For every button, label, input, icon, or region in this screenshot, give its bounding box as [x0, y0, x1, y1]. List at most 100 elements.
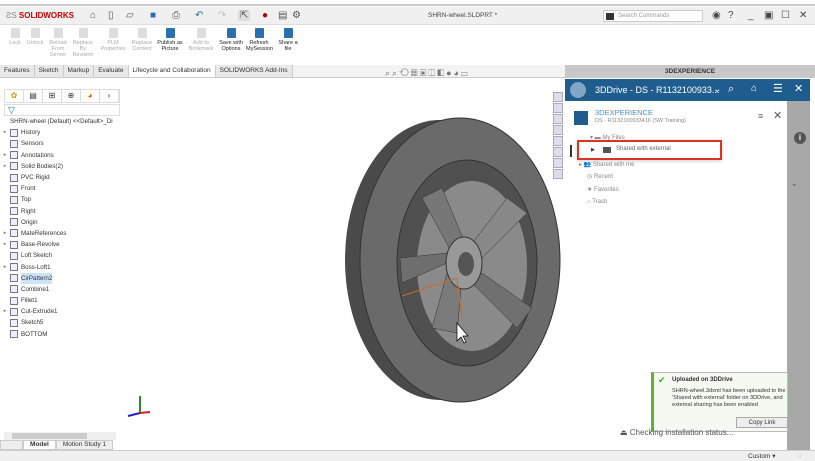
replace-revision-button[interactable]: Replace By Revision: [70, 28, 96, 58]
tab-nav[interactable]: [0, 440, 24, 450]
tree-item[interactable]: Front: [0, 183, 120, 194]
tree-item[interactable]: CirPattern2: [0, 272, 120, 284]
display-manager-icon[interactable]: ◕: [81, 90, 100, 102]
task-pane-library-icon[interactable]: [553, 103, 563, 113]
tree-item[interactable]: ▸ History: [0, 127, 120, 138]
tree-item[interactable]: ▸ Base-Revolve: [0, 239, 120, 250]
publish-picture-button[interactable]: Publish as Picture: [157, 28, 183, 52]
task-pane-custom-icon[interactable]: [553, 147, 563, 157]
tab-lifecycle[interactable]: Lifecycle and Collaboration: [128, 65, 216, 77]
tree-item[interactable]: PVC Rigid: [0, 172, 120, 183]
heads-up-view-toolbar[interactable]: ⌕⌕⟲▦▣◫◧●◕▭: [385, 68, 470, 79]
close-button[interactable]: ✕: [799, 10, 807, 21]
tree-item[interactable]: Right: [0, 206, 120, 217]
tab-evaluate[interactable]: Evaluate: [94, 65, 129, 77]
folder-shared-with-external[interactable]: ▶ Shared with external: [577, 140, 722, 160]
expand-icon[interactable]: ▸: [0, 306, 10, 317]
folder-shared-with-me[interactable]: ▸ 👥 Shared with me: [579, 161, 635, 168]
expand-icon[interactable]: ▸: [0, 127, 10, 138]
tree-item[interactable]: Sensors: [0, 138, 120, 149]
tree-item[interactable]: ▸ Boss-Loft1: [0, 261, 120, 272]
new-document-icon[interactable]: ▯: [108, 10, 114, 21]
drive-title[interactable]: 3DDrive - DS - R1132100933...: [595, 85, 719, 95]
tree-item[interactable]: Loft Sketch: [0, 250, 120, 261]
undo-icon[interactable]: ↶: [195, 10, 203, 21]
configuration-manager-icon[interactable]: ⊞: [43, 90, 62, 102]
home-icon[interactable]: ⌂: [90, 10, 96, 21]
tree-item[interactable]: ▸ Annotations: [0, 150, 120, 161]
filter-icon[interactable]: ▽: [4, 104, 120, 116]
rebuild-icon[interactable]: ●: [262, 10, 268, 21]
more-arrow-icon[interactable]: ›: [100, 90, 119, 102]
copy-link-button[interactable]: Copy Link: [736, 417, 788, 428]
search-commands-input[interactable]: Search Commands: [603, 10, 703, 22]
user-icon[interactable]: ◉: [712, 10, 721, 21]
chevron-icon[interactable]: ⌄: [791, 179, 798, 188]
minimize-button[interactable]: _: [748, 10, 754, 21]
task-pane-drive-icon[interactable]: [553, 169, 563, 179]
tab-features[interactable]: Features: [0, 65, 35, 77]
plm-properties-button[interactable]: PLM Properties: [100, 28, 126, 52]
tree-root[interactable]: SHRN-wheel (Default) <<Default>_Di: [0, 116, 120, 127]
redo-icon[interactable]: ↷: [218, 10, 226, 21]
tab-markup[interactable]: Markup: [63, 65, 95, 77]
task-pane-explorer-icon[interactable]: [553, 114, 563, 124]
tree-item[interactable]: Origin: [0, 217, 120, 228]
add-bookmark-button[interactable]: Add to Bookmark: [188, 28, 214, 52]
database-icon[interactable]: ≡: [758, 111, 763, 121]
expand-icon[interactable]: ▸: [0, 228, 10, 239]
file-properties-icon[interactable]: ▤: [278, 10, 287, 21]
tree-item[interactable]: BOTTOM: [0, 329, 120, 340]
units-selector[interactable]: Custom ▾: [748, 452, 775, 460]
info-icon[interactable]: i: [794, 132, 806, 144]
replace-content-button[interactable]: Replace Content: [129, 28, 155, 52]
search-icon[interactable]: ⌕: [728, 83, 734, 96]
menu-icon[interactable]: ☰: [773, 82, 783, 95]
tab-motion-study[interactable]: Motion Study 1: [55, 440, 114, 450]
graphics-viewport[interactable]: [122, 78, 565, 450]
item-recent[interactable]: ◷ Recent: [587, 173, 613, 180]
save-options-button[interactable]: Save with Options: [218, 28, 244, 52]
tab-addins[interactable]: SOLIDWORKS Add-Ins: [215, 65, 293, 77]
print-icon[interactable]: ⎙: [172, 10, 180, 21]
task-pane-home-icon[interactable]: [553, 92, 563, 102]
property-manager-icon[interactable]: ▤: [24, 90, 43, 102]
chevron-down-icon[interactable]: ⌄: [713, 84, 721, 95]
chat-icon[interactable]: ◌: [797, 451, 802, 460]
scroll-thumb[interactable]: [12, 433, 87, 439]
share-file-button[interactable]: Share a file: [275, 28, 301, 52]
tree-item[interactable]: ▸ Cut-Extrude1: [0, 306, 120, 317]
tree-item[interactable]: ▸ Solid Bodies(2): [0, 161, 120, 172]
expand-icon[interactable]: ▸: [0, 161, 10, 172]
open-icon[interactable]: ▱: [126, 10, 134, 21]
close-icon[interactable]: ✕: [794, 82, 803, 95]
select-icon[interactable]: ⇱: [238, 10, 251, 21]
expand-icon[interactable]: ▸: [0, 239, 10, 250]
tree-item[interactable]: ▸ MateReferences: [0, 228, 120, 239]
tree-item[interactable]: Combine1: [0, 284, 120, 295]
item-trash[interactable]: ⌂ Trash: [587, 199, 607, 205]
close-tenant-icon[interactable]: ✕: [773, 109, 782, 122]
save-icon[interactable]: ■: [150, 10, 156, 21]
tab-sketch[interactable]: Sketch: [34, 65, 64, 77]
expand-icon[interactable]: ▶: [591, 147, 595, 153]
expand-icon[interactable]: ▸: [0, 150, 10, 161]
tile-button[interactable]: ▣: [764, 10, 773, 21]
horizontal-scrollbar[interactable]: [4, 432, 116, 440]
avatar[interactable]: [570, 82, 586, 98]
tree-item[interactable]: Fillet1: [0, 295, 120, 306]
task-pane-appearance-icon[interactable]: [553, 136, 563, 146]
expand-icon[interactable]: ▸: [0, 262, 10, 273]
task-pane-3dx-icon[interactable]: [553, 158, 563, 168]
task-pane-view-icon[interactable]: [553, 125, 563, 135]
options-gear-icon[interactable]: ⚙: [292, 10, 301, 21]
maximize-button[interactable]: ☐: [781, 10, 790, 21]
tree-item[interactable]: Sketch5: [0, 317, 120, 328]
tab-model[interactable]: Model: [23, 440, 56, 450]
dimxpert-icon[interactable]: ⊕: [62, 90, 81, 102]
reload-button[interactable]: Reload From Server: [45, 28, 71, 58]
tree-item[interactable]: Top: [0, 194, 120, 205]
feature-manager-icon[interactable]: ✿: [5, 90, 24, 102]
refresh-session-button[interactable]: Refresh MySession: [246, 28, 273, 52]
help-icon[interactable]: ?: [728, 10, 734, 21]
